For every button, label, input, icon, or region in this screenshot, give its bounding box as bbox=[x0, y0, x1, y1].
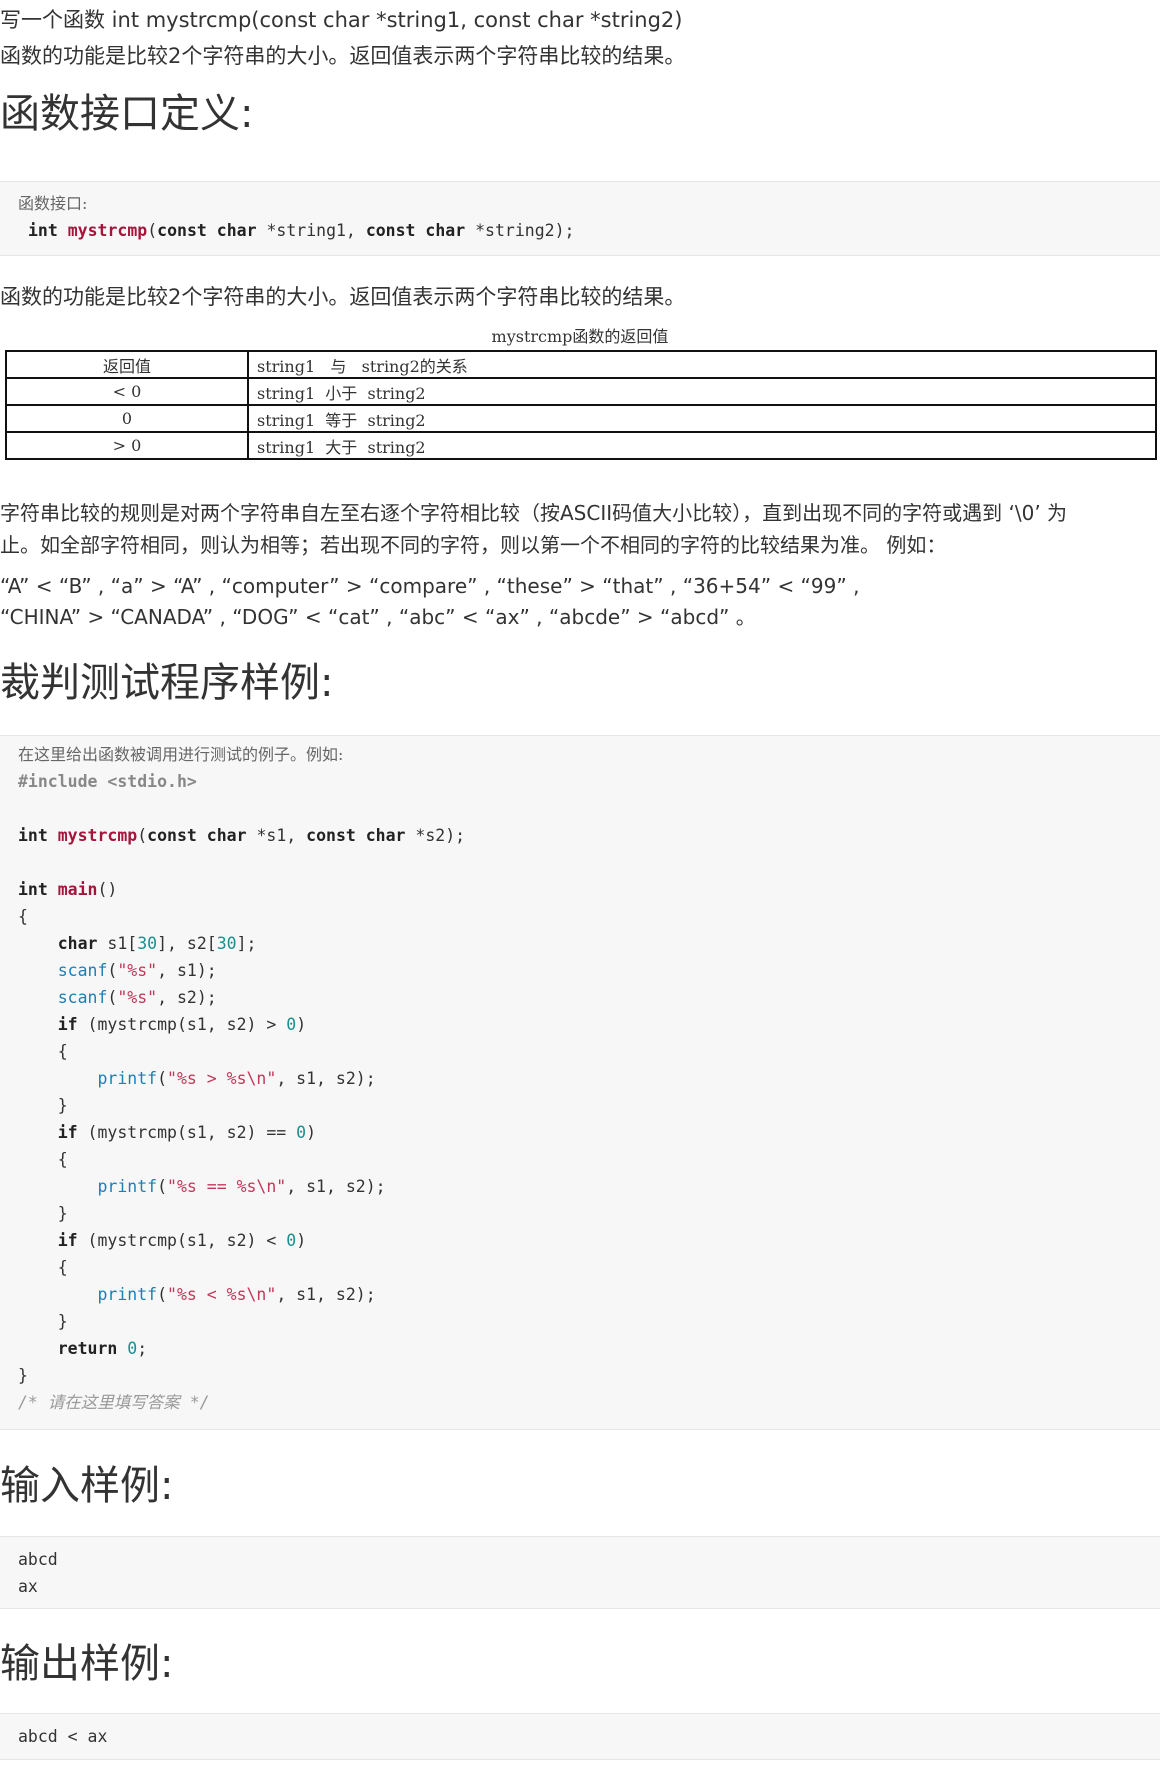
rules-line-1: 字符串比较的规则是对两个字符串自左至右逐个字符相比较（按ASCII码值大小比较）… bbox=[0, 501, 1068, 525]
table-caption: mystrcmp函数的返回值 bbox=[491, 327, 669, 346]
code-line: } bbox=[18, 1312, 68, 1331]
code-line: scanf("%s", s2); bbox=[57, 988, 217, 1007]
code-token: const bbox=[365, 221, 416, 240]
rules-line-2: 止。如全部字符相同，则认为相等；若出现不同的字符，则以第一个不相同的字符的比较结… bbox=[0, 533, 947, 557]
code-line: } bbox=[18, 1204, 68, 1223]
code-token: *string1, bbox=[256, 221, 366, 240]
intro-line-2: 函数的功能是比较2个字符串的大小。返回值表示两个字符串比较的结果。 bbox=[0, 44, 686, 68]
rules-line-4: “CHINA” > “CANADA” , “DOG” < “cat” , “ab… bbox=[0, 605, 756, 629]
heading-judge-program: 裁判测试程序样例: bbox=[0, 660, 334, 706]
input-sample-block: abcd ax bbox=[0, 1536, 1160, 1609]
table-cell-relation: string1 等于 string2 bbox=[247, 404, 1157, 433]
code-line: #include <stdio.h> bbox=[18, 768, 1160, 795]
code-line: if (mystrcmp(s1, s2) < 0) bbox=[57, 1231, 307, 1250]
table-cell-value: < 0 bbox=[5, 377, 249, 406]
code-token: char bbox=[216, 221, 257, 240]
code-line: printf("%s < %s\n", s1, s2); bbox=[97, 1285, 376, 1304]
code-line: printf("%s == %s\n", s1, s2); bbox=[97, 1177, 386, 1196]
table-cell-value: > 0 bbox=[5, 431, 249, 460]
code-token: #include <stdio.h> bbox=[18, 772, 197, 791]
table-cell-relation: string1 小于 string2 bbox=[247, 377, 1157, 406]
table-cell-relation: string1 大于 string2 bbox=[247, 431, 1157, 460]
table-cell-value: 0 bbox=[5, 404, 249, 433]
table-row: 返回值 string1 与 string2的关系 bbox=[5, 350, 1157, 379]
code-line: if (mystrcmp(s1, s2) == 0) bbox=[57, 1123, 317, 1142]
code-line: } bbox=[18, 1366, 28, 1385]
input-sample-line: ax bbox=[18, 1577, 38, 1596]
code-line: } bbox=[18, 1096, 68, 1115]
code-line: { bbox=[18, 907, 28, 926]
intro-line-1: 写一个函数 int mystrcmp(const char *string1, … bbox=[0, 8, 683, 32]
input-sample-line: abcd bbox=[18, 1550, 58, 1569]
interface-code-line: int mystrcmp(const char *string1, const … bbox=[18, 217, 1160, 244]
code-line: { bbox=[18, 1150, 68, 1169]
output-sample-block: abcd < ax bbox=[0, 1713, 1160, 1760]
code-token: const bbox=[157, 221, 207, 240]
code-token: char bbox=[425, 221, 466, 240]
code-line: int mystrcmp(const char *s1, const char … bbox=[18, 826, 466, 845]
code-comment: /* 请在这里填写答案 */ bbox=[18, 1393, 210, 1412]
judge-code-block: 在这里给出函数被调用进行测试的例子。例如: #include <stdio.h>… bbox=[0, 735, 1160, 1430]
description-text: 函数的功能是比较2个字符串的大小。返回值表示两个字符串比较的结果。 bbox=[0, 285, 686, 309]
table-cell-relation: string1 与 string2的关系 bbox=[247, 350, 1157, 379]
code-line: if (mystrcmp(s1, s2) > 0) bbox=[57, 1015, 307, 1034]
heading-output-sample: 输出样例: bbox=[0, 1641, 174, 1687]
heading-interface: 函数接口定义: bbox=[0, 91, 254, 137]
code-token: *string2); bbox=[465, 221, 575, 240]
code-line: printf("%s > %s\n", s1, s2); bbox=[97, 1069, 376, 1088]
code-token: ( bbox=[147, 221, 158, 240]
rules-line-3: “A” < “B” , “a” > “A” , “computer” > “co… bbox=[0, 574, 860, 598]
table-cell-value: 返回值 bbox=[5, 350, 249, 379]
code-line: int main() bbox=[18, 880, 118, 899]
heading-input-sample: 输入样例: bbox=[0, 1463, 174, 1509]
code-line: /* 请在这里填写答案 */ bbox=[18, 1389, 1160, 1416]
interface-code-block: 函数接口: int mystrcmp(const char *string1, … bbox=[0, 181, 1160, 256]
output-sample-line: abcd < ax bbox=[18, 1727, 108, 1746]
code-line: return 0; bbox=[57, 1339, 148, 1358]
code-line: { bbox=[18, 1042, 68, 1061]
code-line: char s1[30], s2[30]; bbox=[57, 934, 257, 953]
table-row: 0 string1 等于 string2 bbox=[5, 404, 1157, 433]
code-token: mystrcmp bbox=[67, 221, 148, 240]
table-row: > 0 string1 大于 string2 bbox=[5, 431, 1157, 460]
code-line: { bbox=[18, 1258, 68, 1277]
code-token: int bbox=[28, 221, 58, 240]
table-row: < 0 string1 小于 string2 bbox=[5, 377, 1157, 406]
return-value-table: 返回值 string1 与 string2的关系 < 0 string1 小于 … bbox=[5, 350, 1157, 460]
judge-code-note: 在这里给出函数被调用进行测试的例子。例如: bbox=[18, 745, 344, 764]
code-line: scanf("%s", s1); bbox=[57, 961, 217, 980]
interface-code-note: 函数接口: bbox=[18, 194, 88, 213]
